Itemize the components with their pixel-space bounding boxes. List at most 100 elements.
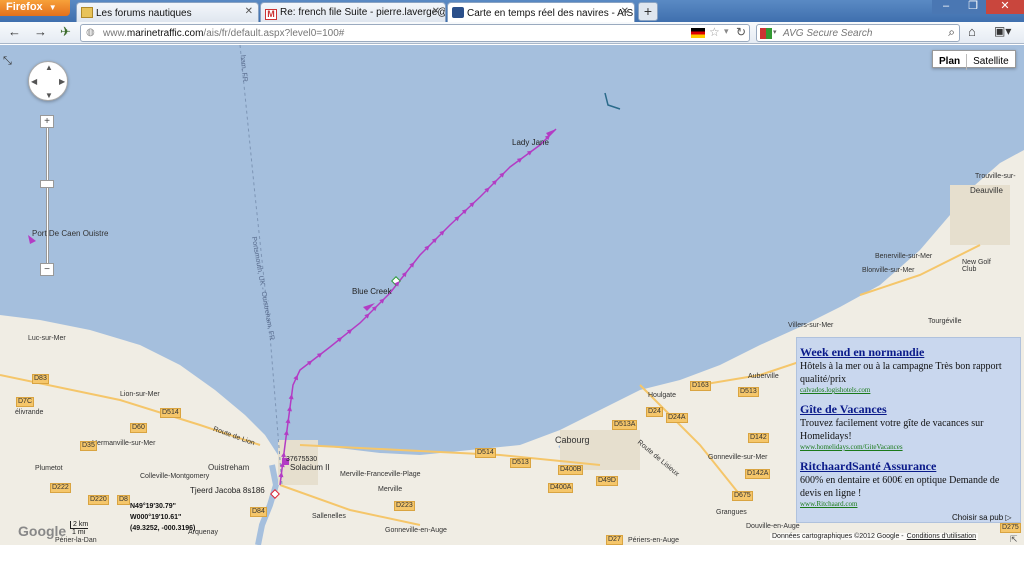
road-shield: D83 [32,374,49,384]
decimal-coordinates: (49.3252, -000.3196) [130,525,196,532]
pan-control[interactable]: ▲ ▼ ◀ ▶ [28,61,68,101]
forward-icon[interactable]: → [34,24,47,39]
addon-icon[interactable]: ✈ [60,24,71,40]
place-label: Douville-en-Auge [746,523,800,530]
zoom-out-button[interactable]: − [40,263,54,276]
gmail-icon: M [265,9,277,20]
tab-gmail[interactable]: M Re: french file Suite - pierre.laverge@… [260,2,446,22]
ad-title-link[interactable]: Week end en normandie [800,345,1017,360]
road-shield: D163 [690,381,711,391]
maximize-button[interactable]: ❐ [960,0,986,14]
road-shield: D400A [548,483,574,493]
tab-label: Les forums nautiques [96,8,192,19]
status-area [0,545,1024,576]
attribution-text: Données cartographiques ©2012 Google - [772,533,904,540]
place-label: Tourgéville [928,318,962,325]
road-shield: D35 [80,441,97,451]
url-text: www.marinetraffic.com/ais/fr/default.asp… [103,28,344,39]
road-shield: D27 [606,535,623,545]
ad-url-link[interactable]: calvados.logishotels.com [800,386,1017,394]
menu-icon[interactable]: ▣▾ [994,24,1011,38]
place-label: New Golf Club [962,259,991,273]
road-shield: D400B [558,465,584,475]
road-shield: D84 [250,507,267,517]
search-icon[interactable]: ⌕ [948,25,955,40]
ad-url-link[interactable]: www.homelidays.com/GiteVacances [800,443,1017,451]
place-label: Périers-en-Auge [628,537,679,544]
place-label: Lion-sur-Mer [120,391,160,398]
chevron-down-icon: ▼ [48,3,57,12]
zoom-slider-thumb[interactable] [40,180,54,188]
place-label: Merville [378,486,403,493]
map-area[interactable]: ⤡ ▲ ▼ ◀ ▶ + − Plan Satellite Port De Caen… [0,45,1024,545]
road-shield: D223 [394,501,415,511]
track-arrow [287,406,293,412]
cursor-coordinates: N49°19'30.79" W000°19'10.61" (49.3252, -… [130,501,195,534]
back-icon[interactable]: ← [8,24,21,39]
zoom-in-button[interactable]: + [40,115,54,128]
place-label: Cabourg [555,435,590,445]
ad-choice-link[interactable]: Choisir sa pub ▷ [952,513,1012,522]
collapse-icon[interactable]: ⇱ [1010,534,1018,545]
place-label: Deauville [970,186,1003,195]
place-label: Plumetot [35,465,63,472]
pan-up-icon[interactable]: ▲ [45,63,53,72]
pan-down-icon[interactable]: ▼ [45,91,53,100]
latitude-readout: N49°19'30.79" [130,503,176,510]
close-window-button[interactable]: ✕ [986,0,1024,14]
close-icon[interactable]: ✕ [621,6,629,17]
ad-url-link[interactable]: www.Ritchaard.com [800,500,1017,508]
pan-left-icon[interactable]: ◀ [31,77,37,86]
vessel-label[interactable]: Solacium II [290,463,330,472]
tab-bar: Firefox ▼ Les forums nautiques ✕ M Re: fren… [0,0,1024,22]
folder-icon [81,7,93,18]
ad-choice-label: Choisir sa pub [952,513,1004,522]
tab-marinetraffic[interactable]: Carte en temps réel des navires - AIS ..… [447,2,635,22]
new-tab-button[interactable]: + [638,2,658,21]
url-prefix: www. [103,28,127,39]
place-label: Port De Caen Ouistre [32,229,109,238]
dropdown-icon[interactable]: ▾ [773,28,777,36]
close-icon[interactable]: ✕ [245,6,253,17]
map-type-satellite-button[interactable]: Satellite [967,54,1015,70]
fullscreen-icon[interactable]: ⤡ [3,55,12,68]
url-domain: marinetraffic.com [126,28,204,39]
nav-bar: ← → ✈ ◍ www.marinetraffic.com/ais/fr/def… [0,22,1024,44]
search-field[interactable]: ▾ AVG Secure Search ⌕ [756,24,960,42]
ad-panel: Week end en normandie Hôtels à la mer ou… [796,337,1021,523]
ad-body: Hôtels à la mer ou à la campagne Très bo… [800,361,1002,385]
road-shield: D60 [130,423,147,433]
close-icon[interactable]: ✕ [432,6,440,17]
ad-title-link[interactable]: RitchaardSanté Assurance [800,459,1017,474]
zoom-slider-track[interactable] [46,121,49,271]
terms-link[interactable]: Conditions d'utilisation [907,533,976,540]
minimize-button[interactable]: – [932,0,960,14]
url-bar[interactable]: ◍ www.marinetraffic.com/ais/fr/default.a… [80,24,750,42]
map-type-plan-button[interactable]: Plan [933,54,968,70]
dropdown-icon[interactable]: ▾ [724,26,729,37]
firefox-menu-button[interactable]: Firefox ▼ [0,0,70,16]
ad-title-link[interactable]: Gîte de Vacances [800,402,1017,417]
vessel-label[interactable]: Tjeerd Jacoba 8s186 [190,486,265,495]
road-shield: D7C [16,397,35,407]
avg-icon [760,28,772,39]
pan-right-icon[interactable]: ▶ [59,77,65,86]
place-label: Blonville-sur-Mer [862,267,915,274]
vessel-label[interactable]: 37675530 [286,456,317,463]
firefox-label: Firefox [6,1,43,13]
place-label: Sallenelles [312,513,346,520]
road-shield: D514 [160,408,181,418]
track-arrow [285,418,291,424]
bookmark-star-icon[interactable]: ☆ [709,25,720,39]
home-icon[interactable]: ⌂ [968,24,976,39]
vessel-label[interactable]: Lady Jane [512,138,549,147]
map-attribution: Données cartographiques ©2012 Google - Co… [770,533,979,540]
road-shield: D514 [475,448,496,458]
tab-forums[interactable]: Les forums nautiques ✕ [76,2,259,22]
road-shield: D513 [738,387,759,397]
tab-label: Carte en temps réel des navires - AIS ..… [467,8,635,19]
vessel-label[interactable]: Blue Creek [352,287,392,296]
ship-icon [452,7,464,18]
map-type-control: Plan Satellite [932,50,1016,70]
reload-icon[interactable]: ↻ [736,25,746,39]
